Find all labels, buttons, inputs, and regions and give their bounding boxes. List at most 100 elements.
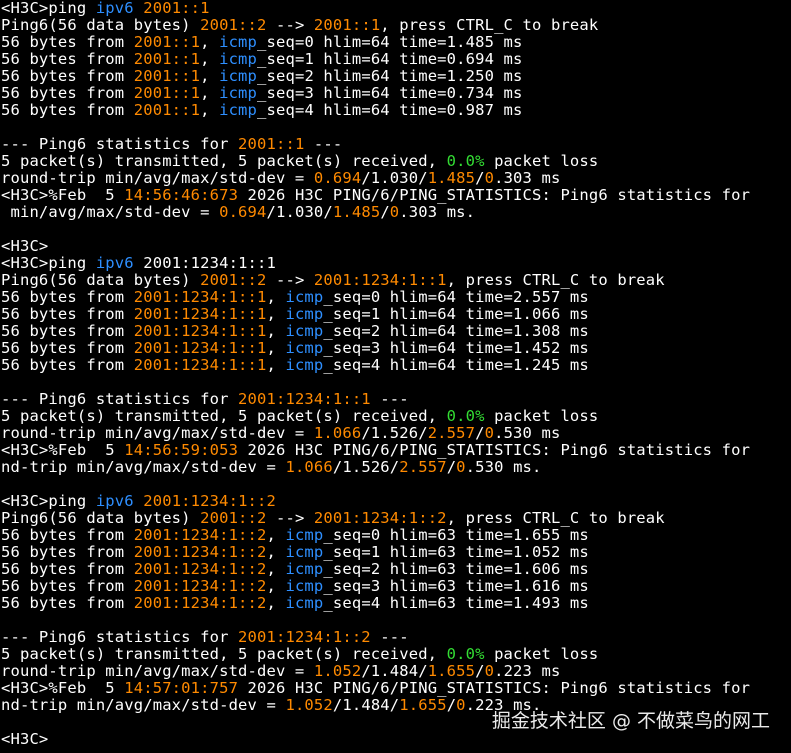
terminal-text: 1.066	[285, 458, 333, 476]
terminal-line: round-trip min/avg/max/std-dev = 0.694/1…	[1, 170, 560, 187]
terminal-text: ipv6	[95, 0, 134, 17]
terminal-text: ,	[200, 67, 220, 85]
terminal-line: 56 bytes from 2001:1234:1::2, icmp_seq=3…	[1, 578, 589, 595]
terminal-text: 56 bytes from	[1, 67, 134, 85]
terminal-text: icmp	[285, 322, 324, 340]
terminal-text: icmp	[285, 577, 324, 595]
terminal-text: min/avg/max/std-dev =	[1, 203, 220, 221]
terminal-text: 56 bytes from	[1, 577, 134, 595]
terminal-text: .530 ms	[494, 424, 561, 442]
terminal-text: ,	[200, 84, 220, 102]
terminal-text: 5 packet(s) transmitted, 5 packet(s) rec…	[1, 152, 447, 170]
terminal-text: icmp	[285, 526, 324, 544]
terminal-line: 56 bytes from 2001::1, icmp_seq=0 hlim=6…	[1, 34, 523, 51]
terminal-text: 0	[484, 424, 495, 442]
terminal-text: /1.526/	[332, 458, 400, 476]
terminal-text: 56 bytes from	[1, 84, 134, 102]
terminal-text: 1.066	[313, 424, 362, 442]
terminal-line: <H3C>%Feb 5 14:57:01:757 2026 H3C PING/6…	[1, 680, 750, 697]
terminal-text: ,	[200, 101, 220, 119]
terminal-text: 0	[456, 696, 466, 714]
terminal-text: 0.0%	[446, 407, 485, 425]
terminal-text: .303 ms.	[399, 203, 476, 221]
terminal-text: /1.030/	[266, 203, 333, 221]
terminal-text: 1.655	[399, 696, 447, 714]
terminal-text: 1.052	[285, 696, 333, 714]
terminal-text: 2026 H3C PING/6/PING_STATISTICS: Ping6 s…	[238, 679, 751, 697]
terminal-text: --- Ping6 statistics for	[1, 135, 239, 153]
terminal-text: ---	[304, 135, 343, 153]
terminal-text: icmp	[285, 594, 324, 612]
terminal-line: 56 bytes from 2001::1, icmp_seq=1 hlim=6…	[1, 51, 523, 68]
terminal-text: _seq=3 hlim=63 time=1.616 ms	[323, 577, 589, 595]
watermark-label: 掘金技术社区 @ 不做菜鸟的网工	[491, 710, 770, 732]
terminal-text: 0	[484, 169, 495, 187]
terminal-line: <H3C>%Feb 5 14:56:46:673 2026 H3C PING/6…	[1, 187, 750, 204]
terminal-text: 0.0%	[446, 152, 485, 170]
terminal-text: icmp	[285, 305, 324, 323]
terminal-text: round-trip min/avg/max/std-dev =	[1, 169, 314, 187]
terminal-line: 5 packet(s) transmitted, 5 packet(s) rec…	[1, 408, 598, 425]
terminal-text: 2001::1	[133, 67, 201, 85]
terminal-text: 0.0%	[446, 645, 485, 663]
terminal-text: 2001::2	[200, 16, 267, 34]
terminal-text: packet loss	[484, 152, 599, 170]
terminal-text: _seq=2 hlim=63 time=1.606 ms	[323, 560, 589, 578]
terminal-line: min/avg/max/std-dev = 0.694/1.030/1.485/…	[1, 204, 475, 221]
terminal-text: _seq=4 hlim=64 time=0.987 ms	[257, 101, 523, 119]
terminal-line: 56 bytes from 2001:1234:1::2, icmp_seq=4…	[1, 595, 589, 612]
terminal-line: Ping6(56 data bytes) 2001::2 --> 2001:12…	[1, 272, 665, 289]
terminal-text: ---	[370, 628, 409, 646]
terminal-text: 2001::1	[143, 0, 210, 17]
terminal-line: 56 bytes from 2001:1234:1::1, icmp_seq=2…	[1, 323, 589, 340]
terminal-line: <H3C>	[1, 731, 48, 748]
terminal-line: 56 bytes from 2001:1234:1::1, icmp_seq=0…	[1, 289, 589, 306]
terminal-text: _seq=1 hlim=64 time=1.066 ms	[323, 305, 589, 323]
terminal-text: 56 bytes from	[1, 526, 134, 544]
terminal-text: 14:56:59:053	[124, 441, 239, 459]
terminal-text: icmp	[285, 560, 324, 578]
terminal-line: Ping6(56 data bytes) 2001::2 --> 2001:12…	[1, 510, 665, 527]
terminal-line: 56 bytes from 2001::1, icmp_seq=2 hlim=6…	[1, 68, 523, 85]
terminal-window[interactable]: <H3C>ping ipv6 2001::1 Ping6(56 data byte…	[0, 0, 791, 753]
terminal-text: 2001:1234:1::1	[133, 254, 276, 272]
terminal-text: Ping6(56 data bytes)	[1, 509, 201, 527]
terminal-text: nd-trip min/avg/max/std-dev =	[1, 458, 286, 476]
terminal-text: Ping6(56 data bytes)	[1, 271, 201, 289]
terminal-line: 5 packet(s) transmitted, 5 packet(s) rec…	[1, 646, 598, 663]
terminal-text: 0.694	[219, 203, 267, 221]
terminal-text: _seq=0 hlim=63 time=1.655 ms	[323, 526, 589, 544]
terminal-text: 2001::1	[133, 84, 201, 102]
terminal-line: <H3C>ping ipv6 2001::1	[1, 0, 210, 17]
terminal-text: --- Ping6 statistics for	[1, 628, 239, 646]
terminal-text: /1.526/	[361, 424, 428, 442]
terminal-text: 2026 H3C PING/6/PING_STATISTICS: Ping6 s…	[238, 186, 751, 204]
terminal-text: 2001:1234:1::1	[133, 339, 267, 357]
terminal-text: 1.052	[313, 662, 362, 680]
terminal-text: 2001::1	[133, 50, 201, 68]
terminal-text: _seq=1 hlim=64 time=0.694 ms	[257, 50, 523, 68]
terminal-text: _seq=0 hlim=64 time=1.485 ms	[257, 33, 523, 51]
terminal-text: <H3C>%Feb 5	[1, 441, 125, 459]
terminal-text: ,	[266, 526, 286, 544]
terminal-text: 2001::1	[238, 135, 305, 153]
terminal-line: --- Ping6 statistics for 2001:1234:1::1 …	[1, 391, 409, 408]
terminal-text: ipv6	[95, 254, 134, 272]
terminal-text: 1.485	[427, 169, 476, 187]
terminal-line: --- Ping6 statistics for 2001:1234:1::2 …	[1, 629, 409, 646]
terminal-line: Ping6(56 data bytes) 2001::2 --> 2001::1…	[1, 17, 598, 34]
terminal-text: /	[475, 169, 485, 187]
terminal-text: ,	[266, 356, 286, 374]
terminal-text: 2001:1234:1::1	[133, 322, 267, 340]
terminal-line: 56 bytes from 2001:1234:1::2, icmp_seq=2…	[1, 561, 589, 578]
terminal-text: -->	[266, 509, 314, 527]
terminal-text: 2001:1234:1::2	[133, 594, 267, 612]
terminal-line: 56 bytes from 2001:1234:1::2, icmp_seq=1…	[1, 544, 589, 561]
terminal-text: 2001::2	[200, 271, 267, 289]
terminal-text: --- Ping6 statistics for	[1, 390, 239, 408]
terminal-text: icmp	[219, 33, 258, 51]
terminal-text: ,	[266, 305, 286, 323]
terminal-text: ,	[266, 577, 286, 595]
terminal-text: ,	[266, 288, 286, 306]
